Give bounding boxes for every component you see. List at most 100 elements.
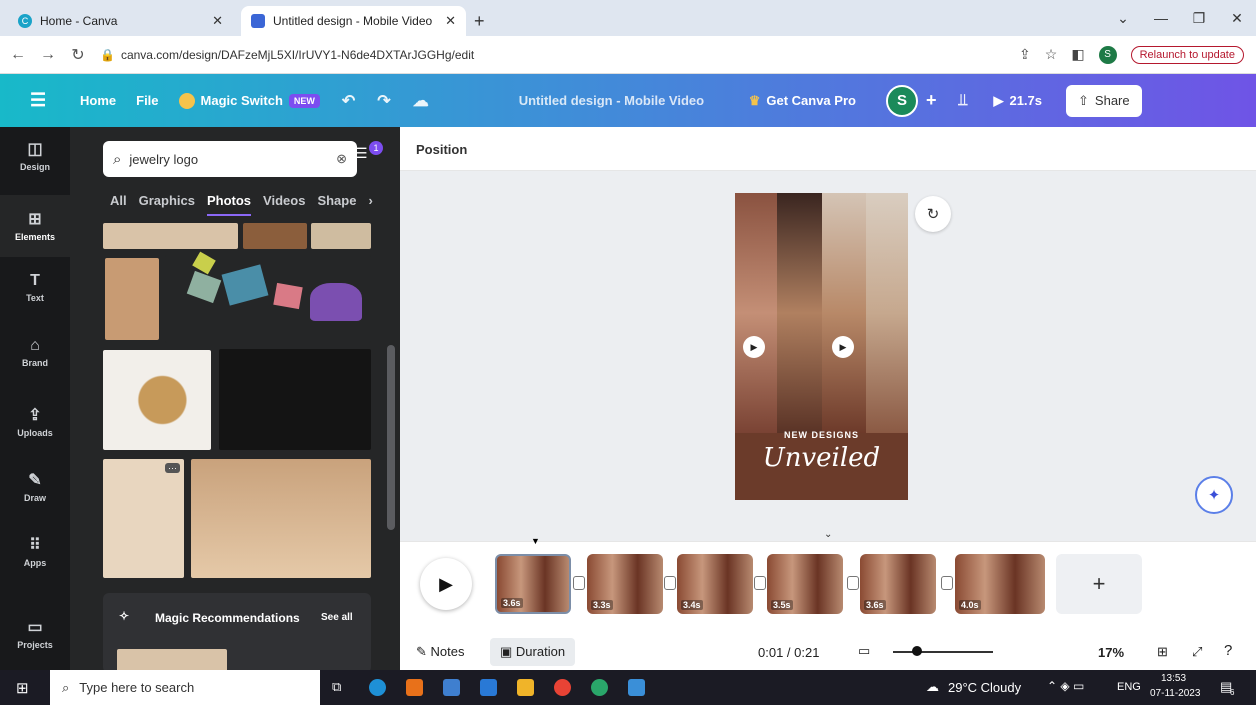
language-indicator[interactable]: ENG (1117, 681, 1141, 693)
clock-time[interactable]: 13:53 (1161, 673, 1186, 684)
profile-avatar[interactable]: S (1098, 45, 1117, 64)
clear-search-icon[interactable]: ⊗ (336, 151, 347, 167)
panel-scrollbar[interactable] (387, 345, 395, 530)
timeline-clip[interactable]: 3.4s (677, 554, 753, 614)
new-tab-button[interactable]: + (474, 6, 485, 36)
tab-home-canva[interactable]: C Home - Canva ✕ (8, 6, 233, 36)
photo-result[interactable] (105, 258, 159, 340)
rail-apps[interactable]: ⠿ Apps (0, 535, 70, 568)
invite-plus-icon[interactable]: + (926, 90, 937, 111)
maximize-button[interactable]: ❐ (1180, 10, 1218, 27)
close-window-button[interactable]: ✕ (1218, 10, 1256, 27)
rail-brand[interactable]: ⌂ Brand (0, 337, 70, 368)
store-icon[interactable] (443, 679, 460, 696)
taskbar-search-input[interactable]: ⌕ Type here to search (50, 670, 320, 705)
user-avatar[interactable]: S (885, 84, 918, 117)
rail-uploads[interactable]: ⇪ Uploads (0, 405, 70, 438)
close-tab-icon[interactable]: ✕ (445, 13, 456, 29)
rail-design[interactable]: ◫ Design (0, 139, 70, 172)
transition-icon[interactable] (754, 576, 766, 590)
insights-chart-icon[interactable]: ⫫ (958, 92, 967, 110)
playhead-marker[interactable]: ▼ (531, 536, 540, 546)
photo-result[interactable] (103, 350, 211, 450)
more-options-icon[interactable]: ··· (165, 463, 180, 473)
magic-assistant-icon[interactable]: ✦ (1195, 476, 1233, 514)
search-input[interactable]: ⌕ jewelry logo ⊗ (103, 141, 357, 177)
zoom-slider-knob[interactable] (912, 646, 922, 656)
photo-result[interactable] (311, 223, 371, 249)
grid-view-icon[interactable]: ⊞ (1157, 644, 1168, 660)
design-page[interactable]: ▶ ▶ NEW DESIGNS Unveiled (735, 193, 908, 500)
position-button[interactable]: Position (416, 142, 467, 157)
get-canva-pro-button[interactable]: ♛ Get Canva Pro (749, 93, 856, 109)
photo-result[interactable]: ··· (103, 459, 184, 578)
play-preview-button[interactable]: ▶ 21.7s (993, 93, 1042, 109)
relaunch-button[interactable]: Relaunch to update (1130, 45, 1244, 64)
see-all-link[interactable]: See all (321, 612, 353, 623)
gemstones-photo[interactable] (165, 251, 371, 343)
tab-videos[interactable]: Videos (263, 193, 305, 216)
photo-result[interactable] (191, 459, 371, 578)
redo-icon[interactable]: ↷ (377, 91, 390, 111)
share-button[interactable]: ⇧ Share (1066, 84, 1142, 117)
timeline-clip[interactable]: 3.3s (587, 554, 663, 614)
minimize-button[interactable]: — (1142, 10, 1180, 26)
notes-button[interactable]: ✎ Notes (416, 644, 465, 660)
photo-result[interactable] (219, 349, 371, 450)
side-panel-icon[interactable]: ◧ (1071, 46, 1084, 63)
chrome-icon[interactable] (554, 679, 571, 696)
duration-button[interactable]: ▣ Duration (490, 638, 576, 666)
page-view-icon[interactable]: ▭ (858, 643, 870, 659)
transition-icon[interactable] (847, 576, 859, 590)
tab-all[interactable]: All (110, 193, 127, 216)
zoom-percentage[interactable]: 17% (1098, 645, 1124, 660)
tab-photos[interactable]: Photos (206, 193, 252, 216)
tab-untitled-design[interactable]: Untitled design - Mobile Video ✕ (241, 6, 466, 36)
url-field[interactable]: 🔒 canva.com/design/DAFzeMjL5XI/IrUVY1-N6… (100, 48, 1019, 62)
photo-result[interactable] (243, 223, 307, 249)
zoom-slider[interactable] (893, 651, 993, 653)
rail-draw[interactable]: ✎ Draw (0, 470, 70, 503)
reload-icon[interactable]: ↻ (66, 45, 90, 65)
windows-start-icon[interactable]: ⊞ (16, 679, 29, 697)
close-tab-icon[interactable]: ✕ (212, 13, 223, 29)
file-explorer-icon[interactable] (517, 679, 534, 696)
magic-switch-button[interactable]: Magic Switch NEW (178, 92, 320, 109)
fullscreen-icon[interactable]: ⤢ (1192, 644, 1202, 660)
play-button[interactable]: ▶ (420, 558, 472, 610)
vlc-icon[interactable] (406, 679, 423, 696)
tab-graphics[interactable]: Graphics (139, 193, 195, 216)
mail-icon[interactable] (480, 679, 497, 696)
back-icon[interactable]: ← (6, 46, 30, 64)
share-page-icon[interactable]: ⇪ (1019, 46, 1031, 63)
weather-text[interactable]: 29°C Cloudy (948, 680, 1021, 695)
rail-text[interactable]: T Text (0, 272, 70, 303)
forward-icon[interactable]: → (36, 46, 60, 64)
video-play-icon[interactable]: ▶ (743, 336, 765, 358)
chevron-right-icon[interactable]: › (368, 193, 372, 216)
rail-elements[interactable]: ⊞ Elements (0, 195, 70, 257)
timeline-clip[interactable]: 3.5s (767, 554, 843, 614)
bookmark-star-icon[interactable]: ☆ (1045, 46, 1058, 63)
cloud-saved-icon[interactable]: ☁ (413, 91, 429, 111)
transition-icon[interactable] (664, 576, 676, 590)
photo-result[interactable] (103, 223, 238, 249)
timeline-clip[interactable]: 4.0s (955, 554, 1045, 614)
task-view-icon[interactable]: ⧉ (332, 679, 341, 695)
transition-icon[interactable] (941, 576, 953, 590)
tab-search-icon[interactable]: ⌄ (1104, 10, 1142, 27)
system-tray-icons[interactable]: ⌃ ◈ ▭ (1047, 679, 1084, 693)
edge-icon[interactable] (369, 679, 386, 696)
timeline-toggle-chevron-icon[interactable]: ⌄ (824, 529, 832, 540)
undo-icon[interactable]: ↶ (342, 91, 355, 111)
rail-projects[interactable]: ▭ Projects (0, 617, 70, 650)
photos-icon[interactable] (628, 679, 645, 696)
clock-date[interactable]: 07-11-2023 (1150, 688, 1200, 699)
timeline-clip[interactable]: 3.6s (495, 554, 571, 614)
video-play-icon[interactable]: ▶ (832, 336, 854, 358)
menu-icon[interactable]: ☰ (30, 90, 60, 111)
document-title[interactable]: Untitled design - Mobile Video (519, 93, 729, 108)
add-page-button[interactable]: + (1056, 554, 1142, 614)
chrome-profile-icon[interactable] (591, 679, 608, 696)
help-icon[interactable]: ? (1224, 642, 1232, 659)
